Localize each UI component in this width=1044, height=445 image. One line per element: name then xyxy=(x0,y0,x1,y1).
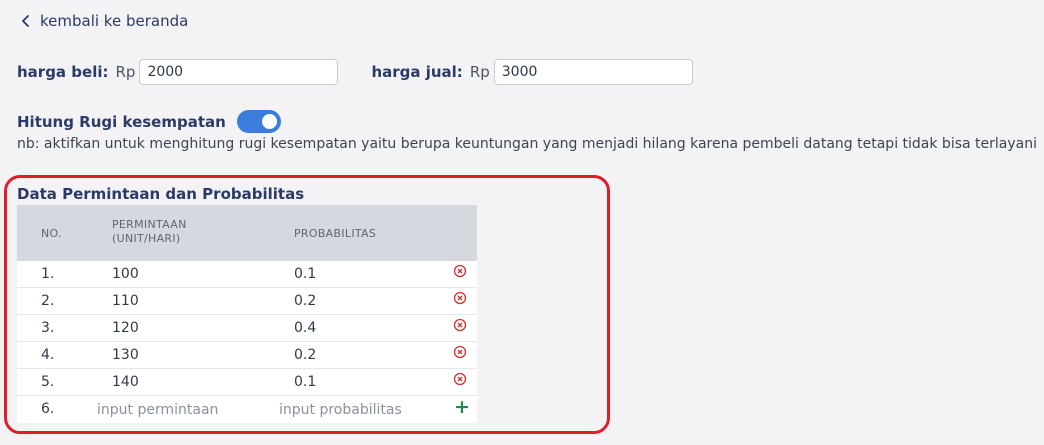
header-probability: PROBABILITAS xyxy=(294,227,377,240)
price-row: harga beli: Rp harga jual: Rp xyxy=(17,59,693,85)
new-row: 6. + xyxy=(17,396,477,423)
opportunity-loss-toggle[interactable] xyxy=(236,110,281,133)
row-probability: 0.1 xyxy=(294,374,317,390)
table-row: 1. 100 0.1 xyxy=(17,261,477,288)
delete-row-icon[interactable] xyxy=(453,264,467,278)
delete-row-icon[interactable] xyxy=(453,345,467,359)
table-row: 4. 130 0.2 xyxy=(17,342,477,369)
sell-price-label: harga jual: xyxy=(371,63,463,81)
sell-price-group: harga jual: Rp xyxy=(371,59,693,85)
chevron-left-icon xyxy=(22,15,29,27)
probability-input[interactable] xyxy=(279,399,429,421)
header-demand: PERMINTAAN (UNIT/HARI) xyxy=(112,218,187,246)
buy-price-label: harga beli: xyxy=(17,63,109,81)
table-row: 5. 140 0.1 xyxy=(17,369,477,396)
header-no: NO. xyxy=(41,227,62,240)
row-number: 1. xyxy=(41,266,55,282)
new-row-number: 6. xyxy=(41,401,55,417)
section-title: Data Permintaan dan Probabilitas xyxy=(17,185,305,203)
plus-icon[interactable]: + xyxy=(454,396,470,418)
demand-probability-table: NO. PERMINTAAN (UNIT/HARI) PROBABILITAS … xyxy=(17,205,477,423)
header-demand-line1: PERMINTAAN xyxy=(112,218,187,231)
row-probability: 0.4 xyxy=(294,320,317,336)
table-row: 3. 120 0.4 xyxy=(17,315,477,342)
delete-row-icon[interactable] xyxy=(453,291,467,305)
delete-row-icon[interactable] xyxy=(453,372,467,386)
row-number: 5. xyxy=(41,374,55,390)
table-header: NO. PERMINTAAN (UNIT/HARI) PROBABILITAS xyxy=(17,205,477,261)
opportunity-loss-label: Hitung Rugi kesempatan xyxy=(17,112,226,131)
row-demand: 140 xyxy=(112,374,139,390)
row-demand: 120 xyxy=(112,320,139,336)
header-demand-line2: (UNIT/HARI) xyxy=(112,232,181,245)
sell-price-input[interactable] xyxy=(493,59,693,85)
opportunity-loss-row: Hitung Rugi kesempatan xyxy=(17,110,281,133)
row-number: 4. xyxy=(41,347,55,363)
row-demand: 110 xyxy=(112,293,139,309)
row-probability: 0.2 xyxy=(294,293,317,309)
row-number: 3. xyxy=(41,320,55,336)
buy-currency-label: Rp xyxy=(115,63,136,81)
table-row: 2. 110 0.2 xyxy=(17,288,477,315)
back-link-label: kembali ke beranda xyxy=(40,12,189,30)
back-to-home-link[interactable]: kembali ke beranda xyxy=(20,12,188,30)
toggle-knob xyxy=(261,114,277,129)
row-demand: 100 xyxy=(112,266,139,282)
delete-row-icon[interactable] xyxy=(453,318,467,332)
sell-currency-label: Rp xyxy=(469,63,490,81)
buy-price-input[interactable] xyxy=(139,59,339,85)
demand-input[interactable] xyxy=(97,399,267,421)
row-demand: 130 xyxy=(112,347,139,363)
row-number: 2. xyxy=(41,293,55,309)
buy-price-group: harga beli: Rp xyxy=(17,59,339,85)
row-probability: 0.1 xyxy=(294,266,317,282)
row-probability: 0.2 xyxy=(294,347,317,363)
opportunity-loss-note: nb: aktifkan untuk menghitung rugi kesem… xyxy=(17,136,1037,152)
